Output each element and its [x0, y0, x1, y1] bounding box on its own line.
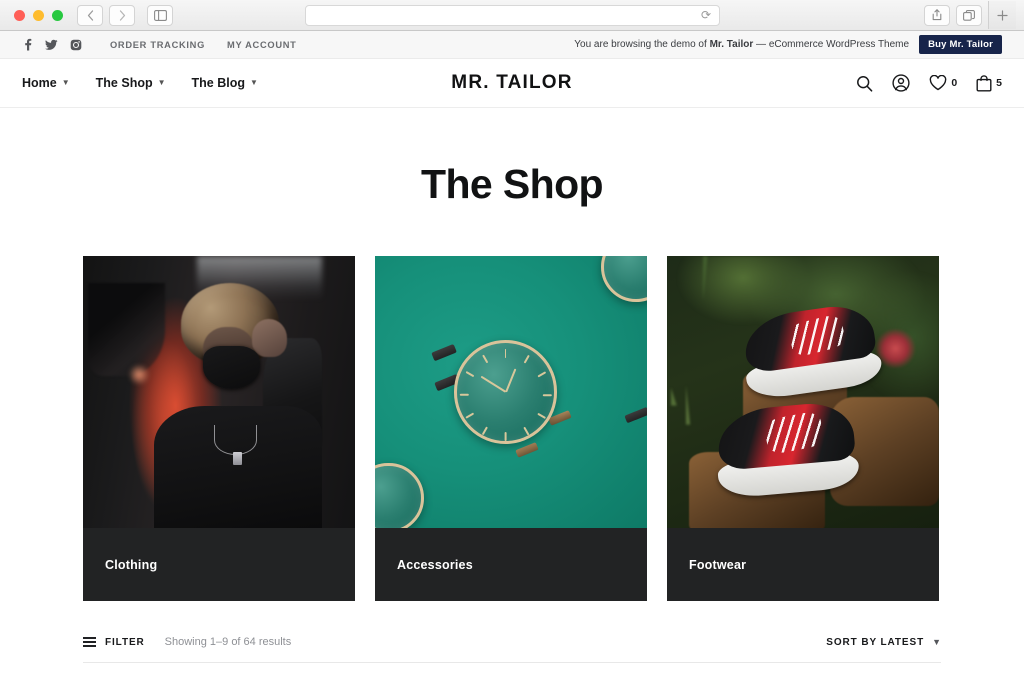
watches-on-teal-photo [375, 256, 647, 528]
nav-item-the-shop-label: The Shop [95, 76, 153, 90]
close-window-button[interactable] [14, 9, 25, 21]
main-navigation: Home ▼ The Shop ▼ The Blog ▼ [22, 76, 258, 90]
buy-theme-button[interactable]: Buy Mr. Tailor [919, 35, 1002, 54]
category-card-accessories[interactable]: Accessories [375, 256, 647, 601]
share-icon [932, 9, 942, 21]
twitter-link[interactable] [45, 39, 58, 51]
watch-tick [481, 355, 488, 364]
chevron-down-icon: ▼ [157, 78, 166, 87]
cart-count: 5 [996, 77, 1002, 89]
demo-notice-text: You are browsing the demo of Mr. Tailor … [574, 39, 909, 50]
demo-brand: Mr. Tailor [709, 39, 754, 50]
my-account-link[interactable]: MY ACCOUNT [227, 40, 297, 50]
watch-tick [465, 371, 474, 378]
browser-chrome: ⟳ [0, 0, 1024, 31]
category-card-label: Accessories [375, 528, 647, 601]
facebook-icon [25, 38, 32, 51]
watch-tick [537, 413, 546, 420]
search-icon [857, 75, 873, 92]
category-label-accessories: Accessories [397, 557, 473, 572]
facebook-link[interactable] [22, 38, 33, 51]
wishlist-button[interactable]: 0 [929, 75, 957, 91]
sort-dropdown[interactable]: SORT BY LATEST ▼ [826, 637, 941, 648]
chevron-left-icon [87, 9, 93, 21]
order-tracking-link[interactable]: ORDER TRACKING [110, 40, 205, 50]
browser-toolbar-right [918, 1, 1016, 29]
category-card-label: Clothing [83, 528, 355, 601]
header-actions: 0 5 [856, 74, 1002, 92]
shopping-bag-icon [976, 74, 992, 91]
nav-item-the-blog[interactable]: The Blog ▼ [192, 76, 258, 90]
red-black-sneakers-photo [667, 256, 939, 528]
heart-icon [929, 75, 947, 91]
site-logo[interactable]: MR. TAILOR [451, 72, 572, 94]
minimize-window-button[interactable] [33, 9, 44, 21]
site-header: Home ▼ The Shop ▼ The Blog ▼ MR. TAILOR [0, 59, 1024, 108]
chevron-down-icon: ▼ [250, 78, 258, 87]
page-title: The Shop [421, 161, 604, 207]
chevron-down-icon: ▼ [932, 637, 941, 647]
maximize-window-button[interactable] [52, 9, 63, 21]
nav-item-the-blog-label: The Blog [191, 76, 245, 90]
watch-tick [537, 371, 546, 378]
nav-item-home[interactable]: Home ▼ [22, 76, 70, 90]
results-count: Showing 1–9 of 64 results [164, 636, 292, 648]
chevron-right-icon [119, 9, 125, 21]
window-traffic-lights [14, 9, 63, 21]
instagram-link[interactable] [70, 39, 82, 51]
shop-toolbar: FILTER Showing 1–9 of 64 results SORT BY… [83, 636, 941, 663]
sidebar-icon [153, 9, 167, 21]
nav-item-the-shop[interactable]: The Shop ▼ [96, 76, 166, 90]
account-icon [892, 74, 910, 92]
instagram-icon [70, 39, 82, 50]
sort-label: SORT BY LATEST [826, 636, 925, 648]
demo-suffix: — eCommerce WordPress Theme [753, 39, 910, 50]
topbar-links: ORDER TRACKING MY ACCOUNT [110, 40, 297, 50]
search-button[interactable] [856, 75, 873, 92]
forward-button[interactable] [109, 4, 135, 26]
filter-hamburger-icon [83, 637, 96, 647]
category-card-label: Footwear [667, 528, 939, 601]
nav-item-home-label: Home [22, 76, 57, 90]
urban-portrait-photo [83, 256, 355, 528]
watch-tick [504, 432, 507, 442]
watch-tick [542, 394, 552, 397]
watch-tick [504, 349, 507, 359]
watch-tick [523, 426, 530, 436]
toggle-sidebar-button[interactable] [147, 4, 173, 26]
category-card-footwear[interactable]: Footwear [667, 256, 939, 601]
plus-icon [997, 9, 1008, 21]
filter-label: FILTER [105, 636, 145, 648]
category-label-footwear: Footwear [689, 557, 747, 572]
cart-button[interactable]: 5 [976, 74, 1002, 92]
tabs-overview-button[interactable] [956, 4, 982, 26]
back-button[interactable] [77, 4, 103, 26]
demo-prefix: You are browsing the demo of [574, 39, 710, 50]
twitter-icon [45, 39, 58, 50]
site-topbar: ORDER TRACKING MY ACCOUNT You are browsi… [0, 31, 1024, 59]
share-button[interactable] [924, 4, 950, 26]
category-card-clothing[interactable]: Clothing [83, 256, 355, 601]
tabs-overview-icon [963, 9, 975, 21]
watch-tick [465, 413, 474, 420]
watch-tick [459, 394, 469, 397]
category-cards: Clothing Accessories Footwear [0, 256, 1024, 601]
chevron-down-icon: ▼ [61, 78, 70, 87]
watch-tick [523, 355, 530, 364]
watch-tick [481, 426, 488, 436]
address-bar[interactable]: ⟳ [305, 4, 720, 26]
account-button[interactable] [892, 74, 910, 92]
browser-navigation-group [77, 4, 135, 26]
reload-icon[interactable]: ⟳ [701, 8, 711, 22]
social-links [22, 38, 82, 51]
wishlist-count: 0 [951, 77, 958, 89]
filter-button[interactable]: FILTER [83, 637, 145, 648]
demo-notice: You are browsing the demo of Mr. Tailor … [574, 35, 1002, 54]
category-label-clothing: Clothing [105, 557, 158, 572]
new-tab-button[interactable] [988, 1, 1016, 29]
